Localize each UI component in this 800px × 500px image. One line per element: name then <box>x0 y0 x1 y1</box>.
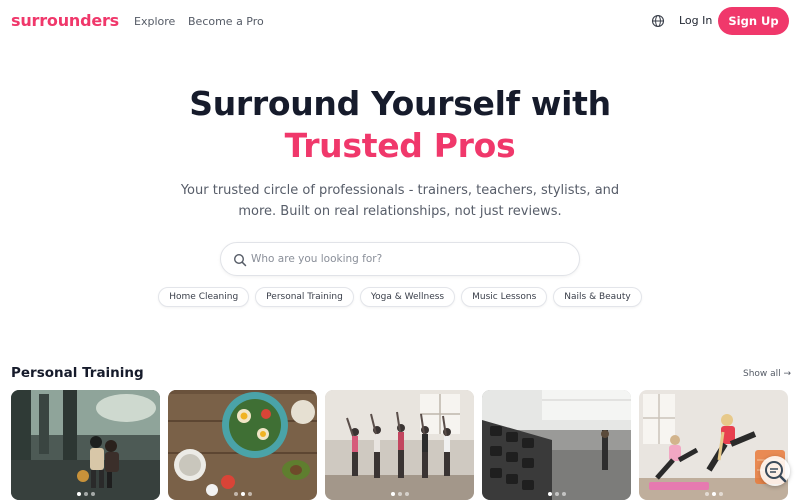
chip-yoga-wellness[interactable]: Yoga & Wellness <box>359 287 456 307</box>
search-bar[interactable] <box>220 242 580 276</box>
pro-card[interactable] <box>168 390 317 500</box>
card-image <box>168 390 317 500</box>
pro-cards-row <box>11 390 791 500</box>
carousel-dots <box>325 492 474 496</box>
logo[interactable]: surrounders <box>11 11 119 30</box>
hero-subtitle: Your trusted circle of professionals - t… <box>180 183 620 219</box>
globe-icon[interactable] <box>651 14 665 28</box>
card-image <box>325 390 474 500</box>
chat-search-icon <box>765 461 787 483</box>
chip-music-lessons[interactable]: Music Lessons <box>461 287 548 307</box>
chip-home-cleaning[interactable]: Home Cleaning <box>158 287 250 307</box>
login-link[interactable]: Log In <box>679 14 712 27</box>
section-title: Personal Training <box>11 365 144 381</box>
hero-title: Surround Yourself with <box>189 84 611 123</box>
search-input[interactable] <box>251 243 571 275</box>
chat-help-button[interactable] <box>760 456 790 486</box>
card-image <box>482 390 631 500</box>
search-icon <box>233 253 247 267</box>
card-image <box>11 390 160 500</box>
category-chips: Home Cleaning Personal Training Yoga & W… <box>0 287 800 307</box>
signup-button[interactable]: Sign Up <box>718 7 789 35</box>
pro-card[interactable] <box>482 390 631 500</box>
carousel-dots <box>11 492 160 496</box>
carousel-dots <box>168 492 317 496</box>
carousel-dots <box>482 492 631 496</box>
carousel-dots <box>639 492 788 496</box>
nav-become-pro-link[interactable]: Become a Pro <box>188 15 264 28</box>
hero-title-highlight: Trusted Pros <box>284 126 516 165</box>
chip-personal-training[interactable]: Personal Training <box>255 287 354 307</box>
chip-nails-beauty[interactable]: Nails & Beauty <box>553 287 642 307</box>
show-all-link[interactable]: Show all → <box>743 369 791 379</box>
pro-card[interactable] <box>325 390 474 500</box>
top-nav: surrounders Explore Become a Pro Log In … <box>0 0 800 44</box>
pro-card[interactable] <box>11 390 160 500</box>
nav-explore-link[interactable]: Explore <box>134 15 175 28</box>
